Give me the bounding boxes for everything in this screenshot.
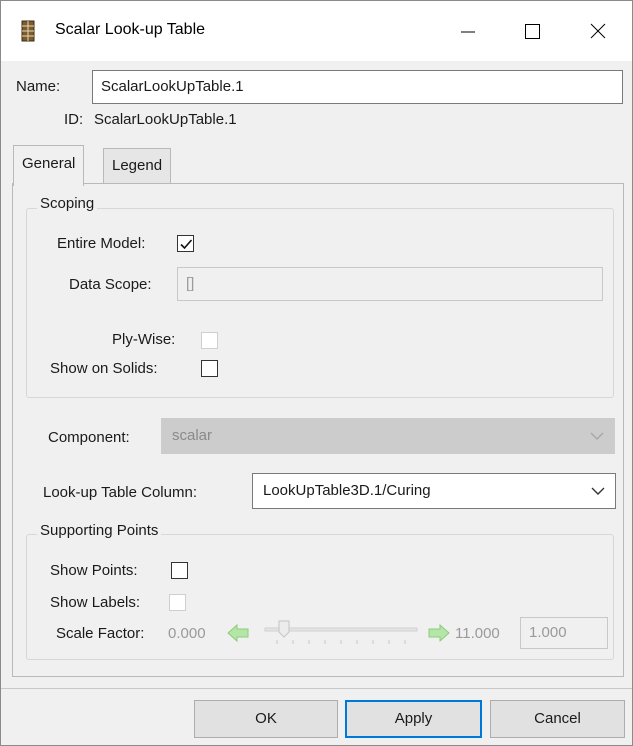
table-icon bbox=[19, 20, 39, 42]
name-label: Name: bbox=[16, 78, 61, 95]
footer-separator bbox=[1, 688, 632, 689]
slider-thumb bbox=[278, 620, 290, 638]
show-points-label: Show Points: bbox=[50, 562, 138, 579]
supporting-points-group-title: Supporting Points bbox=[37, 522, 162, 539]
close-icon[interactable] bbox=[567, 1, 629, 61]
show-points-checkbox[interactable] bbox=[171, 562, 188, 579]
cancel-button[interactable]: Cancel bbox=[490, 700, 625, 738]
lookup-column-label: Look-up Table Column: bbox=[43, 484, 197, 501]
ok-button[interactable]: OK bbox=[194, 700, 338, 738]
scale-factor-slider[interactable] bbox=[261, 619, 421, 649]
tab-legend[interactable]: Legend bbox=[103, 148, 172, 184]
component-label: Component: bbox=[48, 429, 130, 446]
scale-factor-input: 1.000 bbox=[520, 617, 608, 649]
ply-wise-label: Ply-Wise: bbox=[112, 331, 176, 348]
lookup-column-select-value: LookUpTable3D.1/Curing bbox=[263, 482, 431, 499]
id-value: ScalarLookUpTable.1 bbox=[94, 111, 237, 128]
data-scope-field: [] bbox=[177, 267, 603, 301]
scale-factor-min: 0.000 bbox=[168, 625, 206, 642]
scoping-group-title: Scoping bbox=[37, 195, 98, 212]
scale-factor-label: Scale Factor: bbox=[56, 625, 145, 642]
tab-general[interactable]: General bbox=[13, 145, 85, 186]
lookup-column-select[interactable]: LookUpTable3D.1/Curing bbox=[252, 473, 616, 509]
maximize-icon[interactable] bbox=[501, 1, 563, 61]
ply-wise-checkbox[interactable] bbox=[201, 332, 218, 349]
component-select[interactable]: scalar bbox=[161, 418, 615, 454]
dialog-window: Scalar Look-up Table Name: ScalarLookUpT… bbox=[0, 0, 633, 746]
data-scope-label: Data Scope: bbox=[69, 276, 152, 293]
minimize-icon[interactable] bbox=[437, 1, 499, 61]
show-on-solids-checkbox[interactable] bbox=[201, 360, 218, 377]
name-input[interactable]: ScalarLookUpTable.1 bbox=[92, 70, 623, 104]
scale-factor-max: 11.000 bbox=[455, 625, 500, 642]
window-title: Scalar Look-up Table bbox=[55, 21, 206, 38]
show-labels-label: Show Labels: bbox=[50, 594, 141, 611]
arrow-right-icon[interactable] bbox=[427, 623, 451, 647]
entire-model-checkbox[interactable] bbox=[177, 235, 194, 252]
checkmark-icon bbox=[180, 239, 193, 250]
component-select-value: scalar bbox=[172, 427, 213, 444]
entire-model-label: Entire Model: bbox=[57, 235, 146, 252]
id-label: ID: bbox=[64, 111, 84, 128]
chevron-down-icon bbox=[590, 432, 604, 440]
show-labels-checkbox[interactable] bbox=[169, 594, 186, 611]
show-on-solids-label: Show on Solids: bbox=[50, 360, 158, 377]
chevron-down-icon bbox=[591, 487, 605, 495]
arrow-left-icon[interactable] bbox=[226, 623, 250, 647]
apply-button[interactable]: Apply bbox=[345, 700, 482, 738]
title-bar[interactable]: Scalar Look-up Table bbox=[1, 1, 632, 61]
